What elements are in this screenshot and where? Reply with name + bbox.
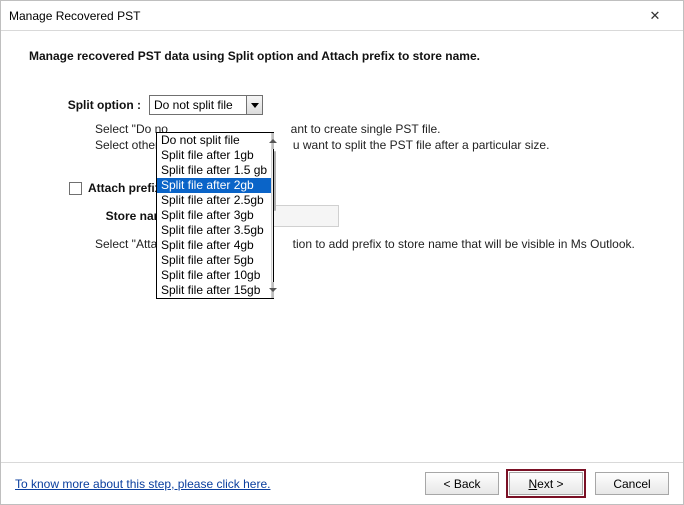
dropdown-option[interactable]: Split file after 5gb	[157, 253, 271, 268]
scroll-thumb[interactable]	[274, 151, 276, 211]
attach-prefix-checkbox[interactable]	[69, 182, 82, 195]
dropdown-scrollbar[interactable]	[271, 133, 273, 298]
help-link[interactable]: To know more about this step, please cli…	[15, 477, 270, 491]
content-area: Manage recovered PST data using Split op…	[1, 31, 683, 462]
dropdown-option[interactable]: Split file after 2.5gb	[157, 193, 271, 208]
scroll-down-arrow-icon[interactable]	[272, 282, 274, 298]
dropdown-option[interactable]: Split file after 10gb	[157, 268, 271, 283]
split-desc-2b: u want to split the PST file after a par…	[293, 138, 550, 152]
page-heading: Manage recovered PST data using Split op…	[29, 49, 655, 63]
dropdown-option[interactable]: Split file after 3.5gb	[157, 223, 271, 238]
close-icon: ✕	[650, 8, 661, 24]
dropdown-option[interactable]: Split file after 2gb	[157, 178, 271, 193]
dropdown-option[interactable]: Do not split file	[157, 133, 271, 148]
split-option-label: Split option :	[29, 98, 149, 112]
dialog-window: Manage Recovered PST ✕ Manage recovered …	[0, 0, 684, 505]
titlebar: Manage Recovered PST ✕	[1, 1, 683, 31]
dropdown-option[interactable]: Split file after 4gb	[157, 238, 271, 253]
dropdown-option[interactable]: Split file after 1gb	[157, 148, 271, 163]
cancel-button[interactable]: Cancel	[595, 472, 669, 495]
dropdown-option[interactable]: Split file after 1.5 gb	[157, 163, 271, 178]
split-option-dropdown-list[interactable]: Do not split fileSplit file after 1gbSpl…	[156, 132, 274, 299]
split-desc-1b: ant to create single PST file.	[291, 122, 441, 136]
split-option-row: Split option : Do not split file	[29, 95, 655, 115]
dropdown-arrow-icon	[246, 96, 262, 114]
window-title: Manage Recovered PST	[9, 9, 635, 23]
prefix-desc-b: tion to add prefix to store name that wi…	[293, 237, 635, 251]
footer-bar: To know more about this step, please cli…	[1, 462, 683, 504]
close-button[interactable]: ✕	[635, 2, 675, 30]
scroll-up-arrow-icon[interactable]	[272, 133, 274, 149]
next-button[interactable]: Next >	[509, 472, 583, 495]
split-option-combobox[interactable]: Do not split file	[149, 95, 263, 115]
next-rest: ext >	[537, 477, 563, 491]
dropdown-option[interactable]: Split file after 15gb	[157, 283, 271, 298]
dropdown-option[interactable]: Split file after 3gb	[157, 208, 271, 223]
split-option-selected-text: Do not split file	[150, 98, 246, 112]
next-underline: N	[528, 477, 537, 491]
back-button[interactable]: < Back	[425, 472, 499, 495]
